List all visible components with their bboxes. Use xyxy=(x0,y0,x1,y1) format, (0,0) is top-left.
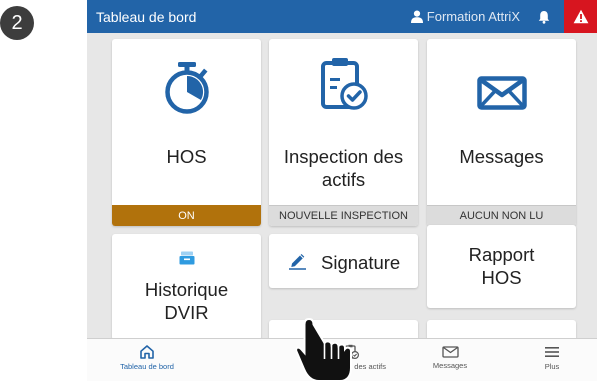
dvir-label-line2: DVIR xyxy=(164,302,209,323)
messages-status-bar: AUCUN NON LU xyxy=(427,205,576,226)
pen-signature-icon xyxy=(289,254,306,270)
signature-label: Signature xyxy=(321,252,401,273)
dvir-history-tile[interactable]: Historique DVIR xyxy=(112,234,261,340)
messages-tile[interactable]: Messages AUCUN NON LU xyxy=(427,39,576,226)
warning-icon xyxy=(573,9,588,24)
user-name: Formation AttriX xyxy=(426,9,520,24)
inspection-label-line1: Inspection des xyxy=(283,146,404,167)
envelope-icon xyxy=(476,76,527,110)
device-screen: Tableau de bord Formation AttriX HOS ON xyxy=(87,0,597,381)
clipboard-check-icon xyxy=(320,58,368,110)
inspection-status-bar: NOUVELLE INSPECTION xyxy=(269,205,418,226)
tab-messages-label: Messages xyxy=(432,361,468,370)
alert-button[interactable] xyxy=(564,0,597,33)
top-app-bar: Tableau de bord Formation AttriX xyxy=(87,0,597,33)
hos-status-bar: ON xyxy=(112,205,261,226)
report-label-line1: Rapport xyxy=(468,244,535,265)
hos-tile[interactable]: HOS ON xyxy=(112,39,261,226)
dvir-label-line1: Historique xyxy=(144,279,229,300)
stopwatch-icon xyxy=(164,62,209,114)
tab-more[interactable]: Plus xyxy=(527,339,577,381)
tab-messages[interactable]: Messages xyxy=(417,339,483,381)
step-number-badge: 2 xyxy=(0,6,34,40)
tab-dashboard[interactable]: Tableau de bord xyxy=(87,339,207,381)
bell-icon xyxy=(538,10,550,24)
signature-tile[interactable]: Signature xyxy=(269,234,418,288)
envelope-icon xyxy=(441,346,459,358)
home-icon xyxy=(140,345,154,359)
asset-inspection-tile[interactable]: Inspection des actifs NOUVELLE INSPECTIO… xyxy=(269,39,418,226)
file-box-icon xyxy=(179,251,194,265)
notifications-button[interactable] xyxy=(538,10,550,24)
menu-icon xyxy=(545,347,559,357)
hos-label: HOS xyxy=(166,146,207,167)
user-icon xyxy=(410,10,423,23)
page-title: Tableau de bord xyxy=(96,8,197,25)
user-account[interactable]: Formation AttriX xyxy=(410,9,520,24)
report-label-line2: HOS xyxy=(481,267,522,288)
tab-dashboard-label: Tableau de bord xyxy=(120,362,174,371)
tab-more-label: Plus xyxy=(544,362,560,371)
hos-report-tile[interactable]: Rapport HOS xyxy=(427,225,576,308)
inspection-label-line2: actifs xyxy=(321,169,366,190)
messages-label: Messages xyxy=(459,146,544,167)
pointing-hand-icon xyxy=(296,317,352,381)
